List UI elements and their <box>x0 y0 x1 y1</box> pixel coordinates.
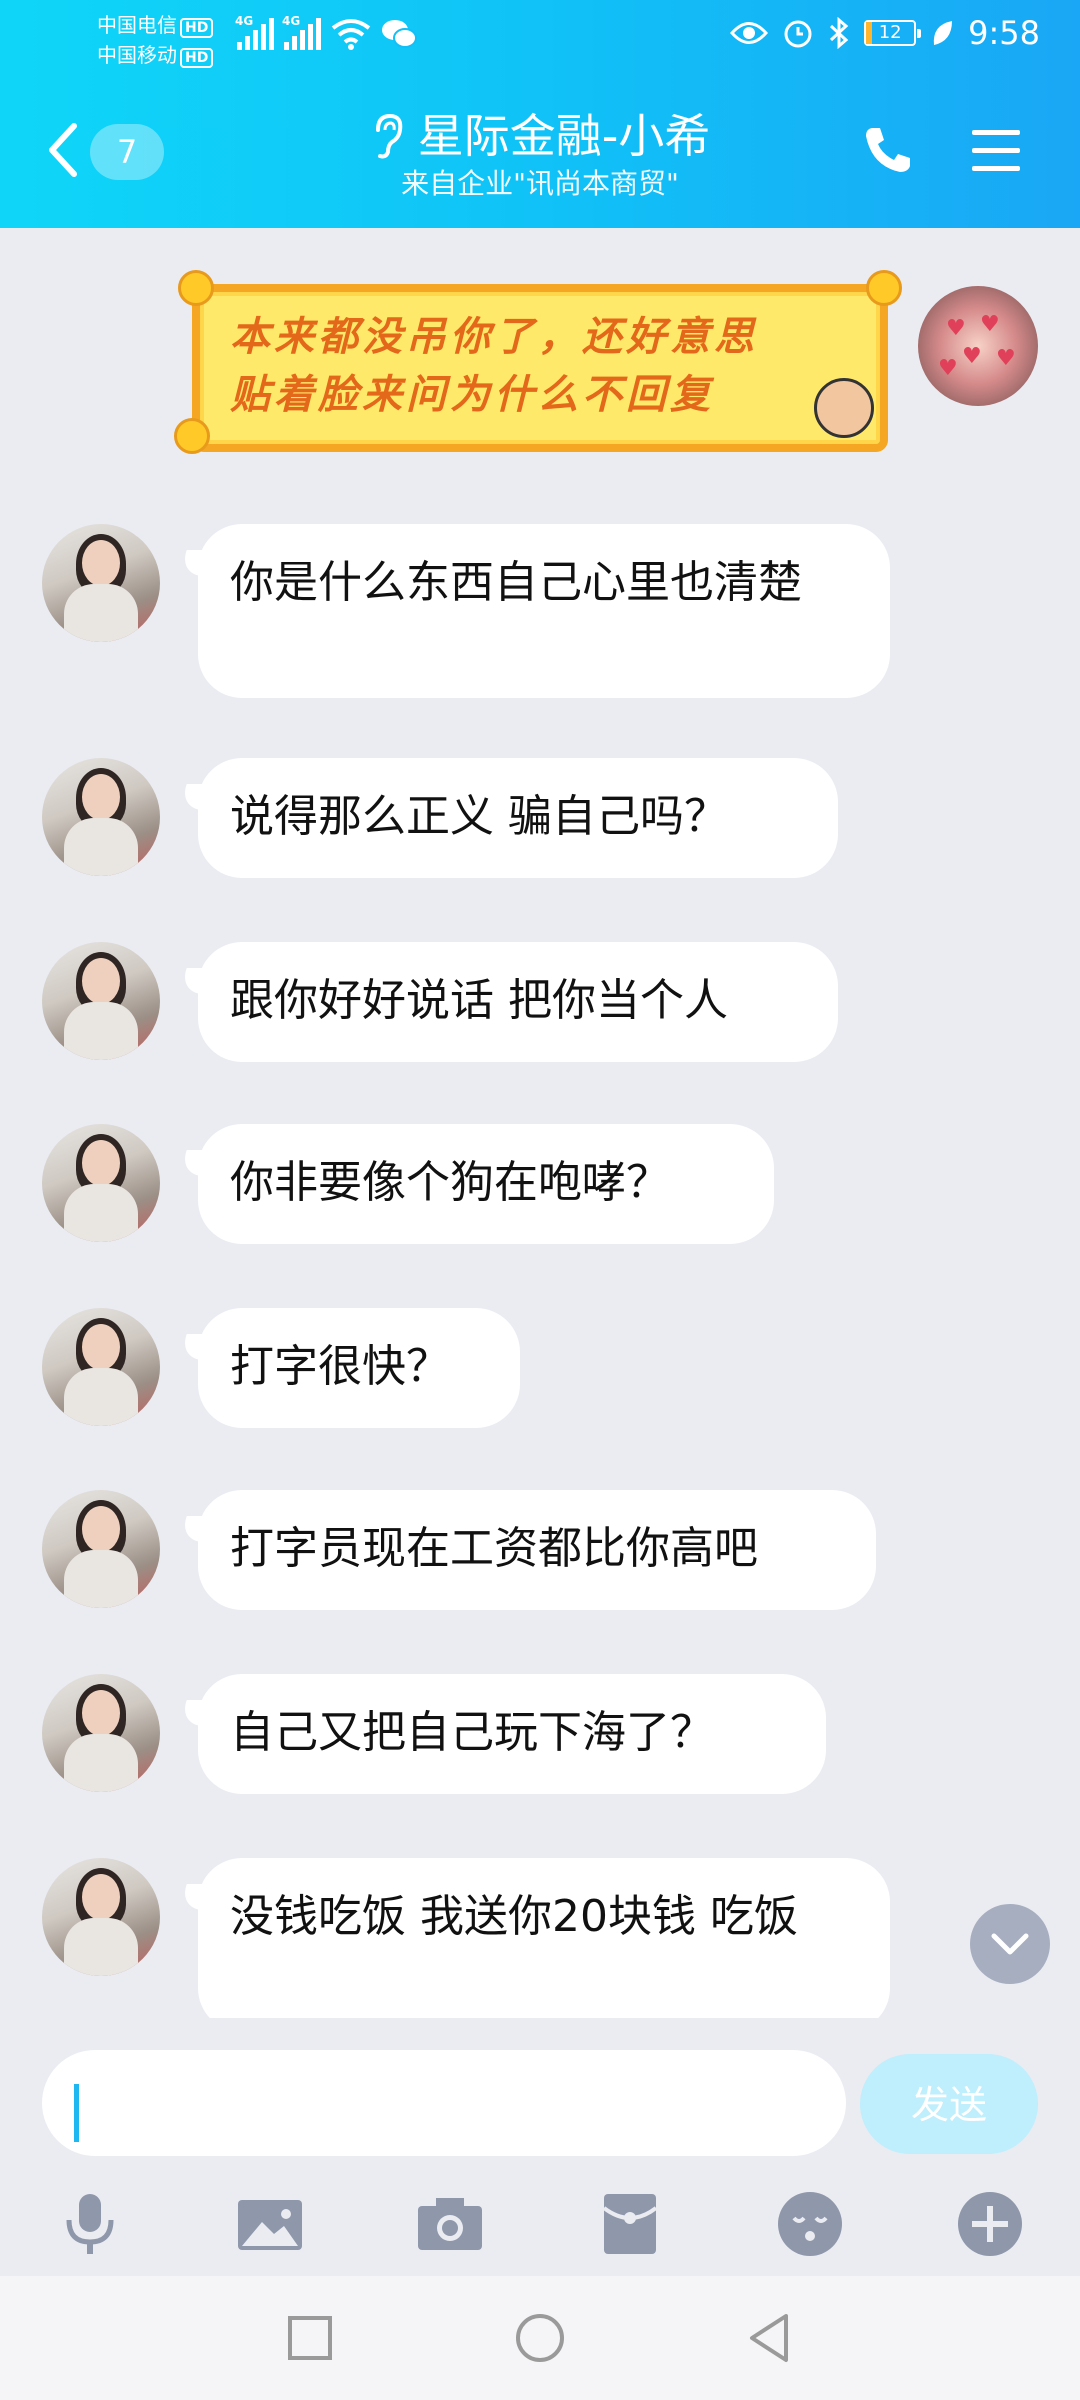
ear-icon[interactable] <box>370 112 404 160</box>
message-input[interactable] <box>42 2050 846 2156</box>
signal-strength-icon: 4G <box>235 14 274 50</box>
contact-avatar[interactable] <box>42 1674 160 1792</box>
composer: 发送 <box>0 2018 1080 2276</box>
microphone-icon[interactable] <box>54 2188 126 2260</box>
home-icon[interactable] <box>508 2306 572 2370</box>
my-avatar[interactable]: ♥ ♥ ♥ ♥ ♥ <box>918 286 1038 406</box>
chat-subtitle: 来自企业"讯尚本商贸" <box>401 167 679 200</box>
message-bubble[interactable]: 打字员现在工资都比你高吧 <box>198 1490 876 1610</box>
chevron-down-icon <box>991 1933 1029 1955</box>
title-block: 星际金融-小希 来自企业"讯尚本商贸" <box>0 108 1080 202</box>
battery-icon: 12 <box>864 20 922 46</box>
leaf-icon <box>933 21 953 45</box>
scroll-to-bottom-button[interactable] <box>970 1904 1050 1984</box>
menu-icon[interactable] <box>968 126 1024 176</box>
recent-apps-icon[interactable] <box>278 2306 342 2370</box>
image-icon[interactable] <box>234 2188 306 2260</box>
contact-avatar[interactable] <box>42 1308 160 1426</box>
back-triangle-icon[interactable] <box>738 2306 802 2370</box>
camera-icon[interactable] <box>414 2188 486 2260</box>
bluetooth-icon <box>830 17 849 49</box>
message-bubble[interactable]: 自己又把自己玩下海了？ <box>198 1674 826 1794</box>
contact-avatar[interactable] <box>42 942 160 1060</box>
sticker-text-line1: 本来都没吊你了，还好意思 <box>230 313 758 360</box>
carrier-1: 中国电信 <box>97 13 177 37</box>
alarm-icon <box>784 20 812 48</box>
system-navigation-bar <box>0 2276 1080 2400</box>
contact-avatar[interactable] <box>42 758 160 876</box>
wifi-icon <box>331 19 371 50</box>
wechat-icon <box>382 20 417 48</box>
hd-badge-2: HD <box>180 48 214 68</box>
sticker-message[interactable]: 本来都没吊你了，还好意思 贴着脸来问为什么不回复 <box>174 270 902 454</box>
red-packet-icon[interactable] <box>594 2188 666 2260</box>
status-time: 9:58 <box>968 14 1040 52</box>
message-bubble[interactable]: 说得那么正义 骗自己吗？ <box>198 758 838 878</box>
contact-avatar[interactable] <box>42 1858 160 1976</box>
eye-icon <box>730 22 769 44</box>
carrier-2: 中国移动 <box>97 43 177 67</box>
sticker-text-line2: 贴着脸来问为什么不回复 <box>230 371 714 418</box>
emoji-icon[interactable] <box>774 2188 846 2260</box>
message-bubble[interactable]: 你非要像个狗在咆哮？ <box>198 1124 774 1244</box>
text-caret <box>74 2084 79 2142</box>
message-bubble[interactable]: 跟你好好说话 把你当个人 <box>198 942 838 1062</box>
battery-level: 12 <box>878 22 902 43</box>
plus-icon[interactable] <box>954 2188 1026 2260</box>
contact-avatar[interactable] <box>42 1124 160 1242</box>
chat-title: 星际金融-小希 <box>417 109 711 163</box>
signal-indicators: 4G 4G <box>235 14 417 50</box>
hd-badge-1: HD <box>180 18 214 38</box>
message-bubble[interactable]: 没钱吃饭 我送你20块钱 吃饭 <box>198 1858 890 2018</box>
message-bubble[interactable]: 你是什么东西自己心里也清楚 <box>198 524 890 698</box>
signal-strength-icon-2: 4G <box>282 14 321 50</box>
phone-icon[interactable] <box>860 122 916 178</box>
chat-header: 中国电信 HD 中国移动 HD 4G 4G 12 9:58 7 星际金融-小希 来自… <box>0 0 1080 228</box>
send-button[interactable]: 发送 <box>860 2054 1038 2154</box>
status-right: 12 9:58 <box>730 14 1040 52</box>
contact-avatar[interactable] <box>42 524 160 642</box>
sticker-face-icon <box>814 378 874 438</box>
contact-avatar[interactable] <box>42 1490 160 1608</box>
composer-toolbar <box>0 2174 1080 2274</box>
message-list[interactable]: 本来都没吊你了，还好意思 贴着脸来问为什么不回复 ♥ ♥ ♥ ♥ ♥ 你是什么东西自… <box>0 228 1080 2018</box>
message-bubble[interactable]: 打字很快？ <box>198 1308 520 1428</box>
status-carriers: 中国电信 HD 中国移动 HD <box>97 10 214 70</box>
